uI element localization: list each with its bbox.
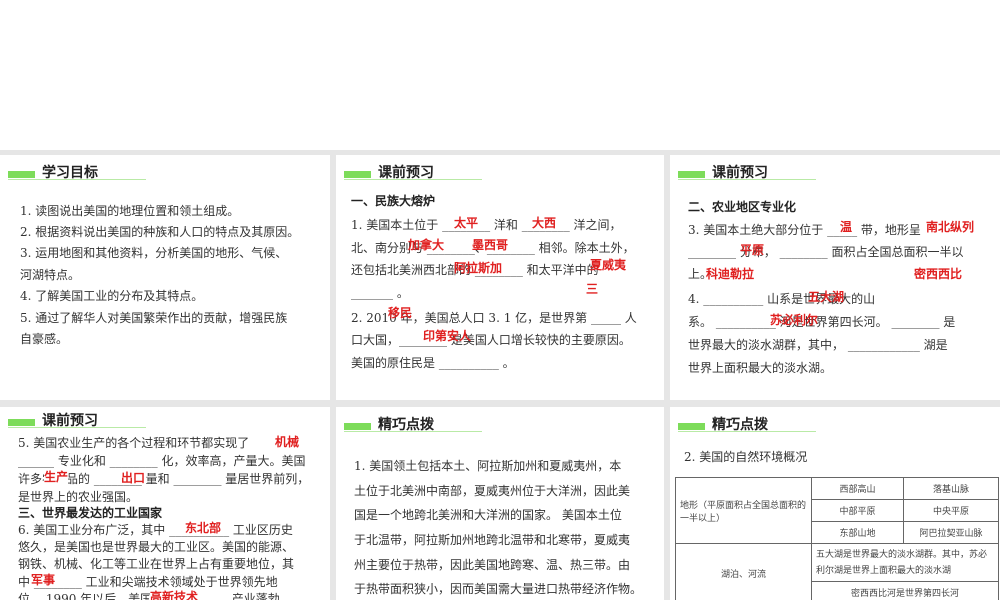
text-line: 是世界上的农业强国。 [18, 490, 139, 504]
answer: 机械 [275, 435, 300, 449]
answer: 军事 [31, 571, 56, 588]
table-cell: 西部高山 [811, 477, 904, 500]
subheading: 一、民族大熔炉 [351, 194, 436, 208]
text-line: 于北温带，阿拉斯加州地跨北温带和北寒带，夏威夷 [354, 533, 631, 547]
text-line: ______ 专业化和 ________ 化，效率高，产量大。美国 [18, 454, 306, 468]
text-line: 悠久，是美国也是世界最大的工业区。美国的能源、 [18, 540, 295, 554]
section-header: 学习目标 [8, 165, 148, 181]
section-header: 精巧点拨 [344, 417, 484, 433]
answer: 密西西比 [914, 267, 963, 281]
answer: 高新技术 [150, 588, 199, 600]
text-line: 中 ________ 工业和尖端技术领域处于世界领先地 [18, 575, 278, 589]
section-header: 课前预习 [8, 413, 148, 429]
table-cell: 东部山地 [811, 521, 904, 544]
text-line: 美国的原住民是 __________ 。 [351, 356, 515, 370]
table-cell: 中央平原 [903, 499, 999, 522]
answer: 平原 [740, 243, 765, 257]
table-row: 湖泊、河流 五大湖是世界最大的淡水湖群。其中，苏必利尔湖是世界上面积最大的淡水湖 [675, 543, 999, 600]
text-line: 5. 美国农业生产的各个过程和环节都实现了 [18, 436, 250, 450]
section-title: 课前预习 [42, 413, 98, 429]
section-header: 课前预习 [344, 165, 484, 181]
section-title: 精巧点拨 [712, 417, 768, 433]
text-line: 1. 读图说出美国的地理位置和领土组成。 [20, 204, 240, 218]
panel-tips-2: 精巧点拨 2. 美国的自然环境概况 地形（平原面积占全国总面积的一半以上） 西部… [670, 407, 1000, 600]
environment-table: 地形（平原面积占全国总面积的一半以上） 西部高山 落基山脉 中部平原 中央平原 … [675, 477, 999, 600]
answer: 墨西哥 [472, 238, 509, 252]
panel-preview-2: 课前预习 二、农业地区专业化 3. 美国本土绝大部分位于 _____ 带，地形呈… [670, 155, 1000, 400]
table-cell: 落基山脉 [903, 477, 999, 500]
answer: 移民 [388, 306, 413, 320]
text-line: 钢铁、机械、化工等工业在世界上占有重要地位，其 [18, 557, 295, 571]
table-cell: 中部平原 [811, 499, 904, 522]
panel-preview-1: 课前预习 一、民族大熔炉 1. 美国本土位于 ________ 洋和 _____… [336, 155, 664, 400]
text-line: 土位于北美洲中南部，夏威夷州位于大洋洲，因此美 [354, 484, 631, 498]
text-line: 世界最大的淡水湖群，其中， ____________ 湖是 [688, 338, 948, 352]
section-title: 课前预习 [712, 165, 768, 181]
text-line: 2. 根据资料说出美国的种族和人口的特点及其原因。 [20, 225, 300, 239]
text-line: 世界上面积最大的淡水湖。 [688, 361, 833, 375]
subheading: 三、世界最发达的工业国家 [18, 506, 163, 520]
answer: 夏威夷 [590, 258, 627, 272]
panel-learning-goals: 学习目标 1. 读图说出美国的地理位置和领土组成。 2. 根据资料说出美国的种族… [0, 155, 330, 400]
text-line: 口大国，________ 是美国人口增长较快的主要原因。 [351, 333, 631, 347]
text-line: 河湖特点。 [20, 268, 81, 282]
section-header: 课前预习 [678, 165, 818, 181]
answer: 阿拉斯加 [454, 261, 503, 275]
text-line: _______ 。 [351, 286, 409, 300]
text-line: ________ 分布， ________ 面积占全国总面积一半以 [688, 245, 964, 259]
text-line: 系。 __________ 河是世界第四长河。 ________ 是 [688, 315, 956, 329]
section-title: 学习目标 [42, 165, 98, 181]
answer: 南北纵列 [926, 220, 975, 234]
section-header: 精巧点拨 [678, 417, 818, 433]
answer: 温 [840, 220, 853, 234]
answer: 出口 [121, 471, 146, 485]
text-line: 位。 1990 年以后，美国 ____________ 产业蓬勃 [18, 592, 280, 600]
answer: 加拿大 [408, 238, 445, 252]
text-line: 3. 运用地图和其他资料，分析美国的地形、气候、 [20, 246, 288, 260]
answer: 太平 [454, 216, 479, 230]
section-title: 课前预习 [378, 165, 434, 181]
table-cell: 湖泊、河流 [675, 543, 812, 600]
subheading: 二、农业地区专业化 [688, 200, 797, 214]
subtitle: 2. 美国的自然环境概况 [684, 450, 808, 464]
answer: 五大湖 [808, 290, 845, 304]
text-line: 1. 美国领土包括本土、阿拉斯加州和夏威夷州，本 [354, 459, 622, 473]
table-cell: 地形（平原面积占全国总面积的一半以上） [675, 477, 812, 544]
text-line: 国是一个地跨北美洲和大洋洲的国家。 美国本土位 [354, 508, 622, 522]
panel-preview-3: 课前预习 5. 美国农业生产的各个过程和环节都实现了 ______ 专业化和 _… [0, 407, 330, 600]
answer: 大西 [532, 216, 557, 230]
panel-tips-1: 精巧点拨 1. 美国领土包括本土、阿拉斯加州和夏威夷州，本 土位于北美洲中南部，… [336, 407, 664, 600]
text-line: 州主要位于热带，因此美国地跨寒、温、热三带。由 [354, 558, 631, 572]
answer: 印第安人 [423, 329, 472, 343]
answer: 三 [586, 282, 599, 296]
answer: 苏必利尔 [770, 313, 819, 327]
text-line: 4. __________ 山系是世界最大的山 [688, 292, 876, 306]
answer: 东北部 [185, 521, 222, 535]
section-title: 精巧点拨 [378, 417, 434, 433]
table-cell: 密西西比河是世界第四长河 [811, 581, 999, 600]
text-line: 4. 了解美国工业的分布及其特点。 [20, 289, 204, 303]
text-line: 于热带面积狭小，因而美国需大量进口热带经济作物。 [354, 582, 643, 596]
table-cell: 五大湖是世界最大的淡水湖群。其中，苏必利尔湖是世界上面积最大的淡水湖 [811, 543, 999, 582]
answer: 生产 [44, 468, 69, 485]
table-cell: 阿巴拉契亚山脉 [903, 521, 999, 544]
text-line: 5. 通过了解华人对美国繁荣作出的贡献，增强民族 [20, 311, 288, 325]
table-row: 地形（平原面积占全国总面积的一半以上） 西部高山 落基山脉 [675, 477, 999, 544]
text-line: 3. 美国本土绝大部分位于 _____ 带，地形呈 [688, 223, 921, 237]
text-line: 自豪感。 [20, 332, 69, 346]
text-line: 1. 美国本土位于 ________ 洋和 ________ 洋之间， [351, 218, 622, 232]
text-line: 6. 美国工业分布广泛，其中 __________ 工业区历史 [18, 523, 293, 537]
answer: 科迪勒拉 [706, 267, 755, 281]
